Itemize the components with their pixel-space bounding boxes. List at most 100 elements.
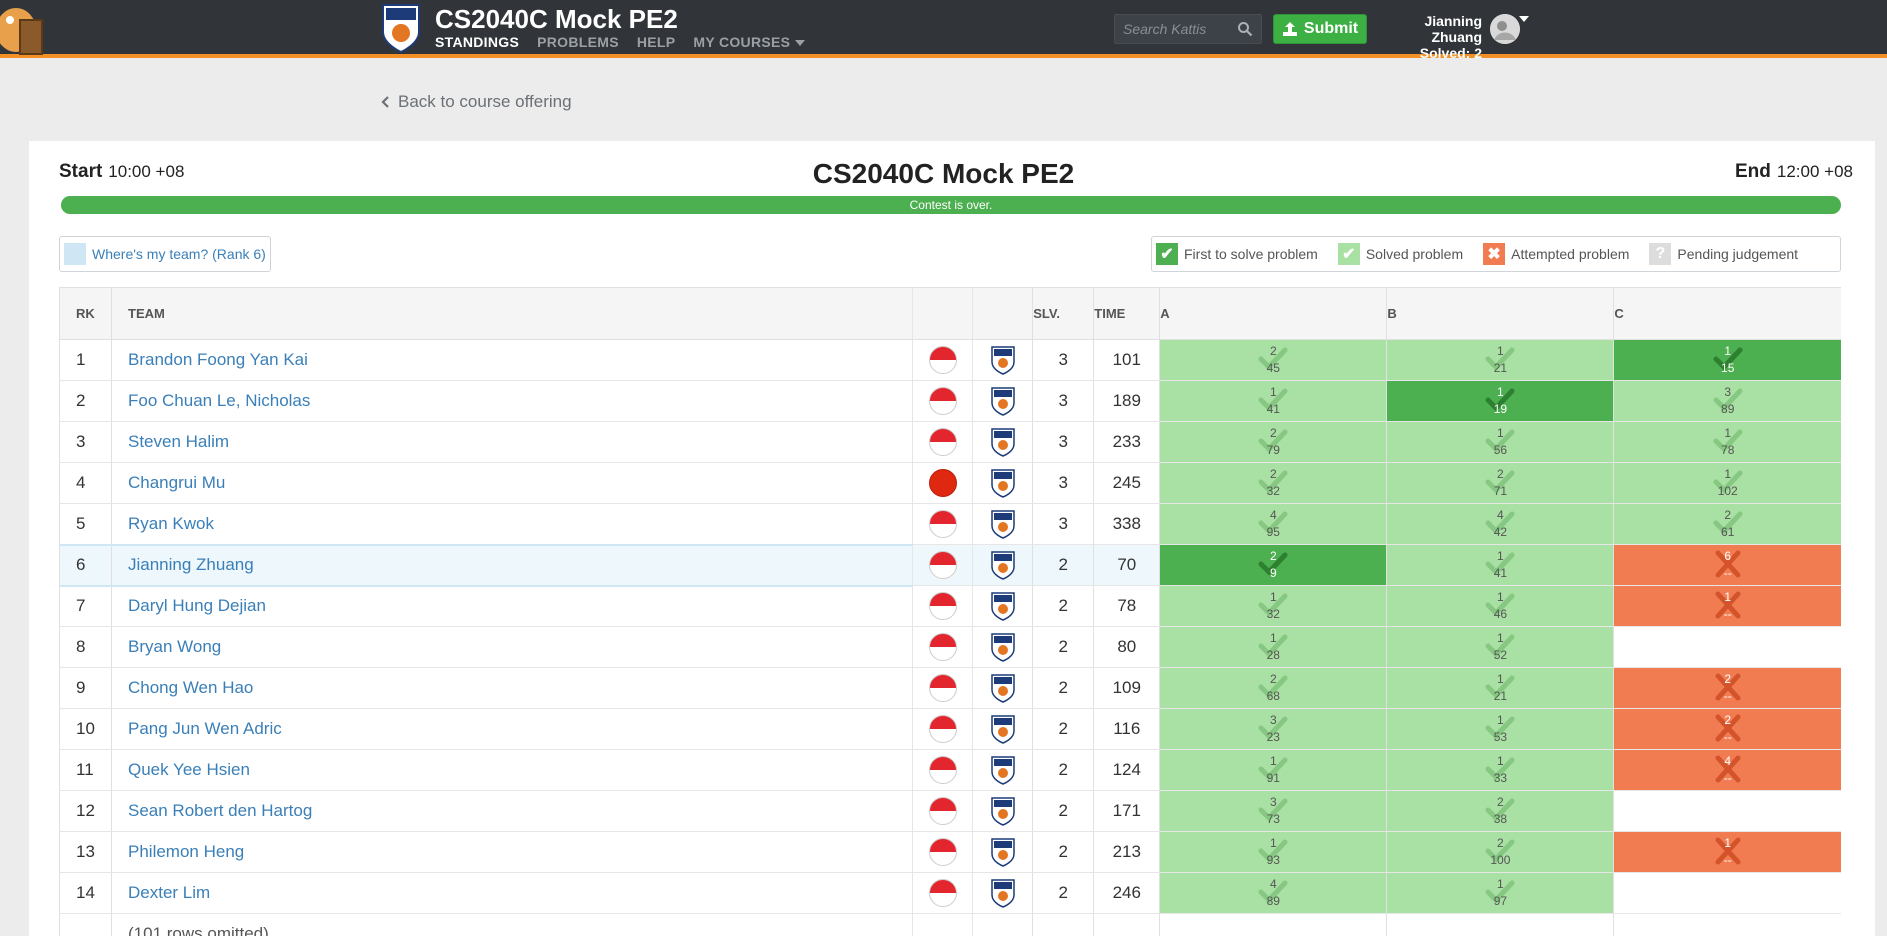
team-name-link[interactable]: Ryan Kwok: [128, 514, 214, 533]
course-title[interactable]: CS2040C Mock PE2: [435, 4, 678, 35]
problem-cell[interactable]: 1 53: [1386, 708, 1614, 750]
singapore-flag-icon[interactable]: [928, 838, 957, 866]
nav-my-courses[interactable]: MY COURSES: [693, 34, 806, 50]
team-name-link[interactable]: Philemon Heng: [128, 842, 244, 861]
team-name-link[interactable]: Sean Robert den Hartog: [128, 801, 312, 820]
singapore-flag-icon[interactable]: [928, 510, 957, 538]
problem-cell[interactable]: 2 --: [1613, 708, 1841, 750]
team-name-link[interactable]: Pang Jun Wen Adric: [128, 719, 282, 738]
problem-cell[interactable]: 1 102: [1613, 462, 1841, 504]
problem-cell[interactable]: 1 --: [1613, 831, 1841, 873]
singapore-flag-icon[interactable]: [928, 797, 957, 825]
problem-cell[interactable]: 3 73: [1159, 790, 1387, 832]
problem-cell[interactable]: 29: [1159, 544, 1387, 586]
problem-cell[interactable]: 1 21: [1386, 339, 1614, 381]
penalty-time: 213: [1093, 831, 1160, 873]
problem-cell[interactable]: 1 --: [1613, 585, 1841, 627]
team-name-link[interactable]: Jianning Zhuang: [128, 555, 254, 574]
singapore-flag-icon[interactable]: [928, 551, 957, 579]
kattis-mascot-icon[interactable]: [0, 0, 52, 58]
team-name-link[interactable]: Brandon Foong Yan Kai: [128, 350, 308, 369]
team-name-link[interactable]: Daryl Hung Dejian: [128, 596, 266, 615]
problem-cell[interactable]: 2 71: [1386, 462, 1614, 504]
problem-cell[interactable]: 3 89: [1613, 380, 1841, 422]
problem-cell[interactable]: 2 45: [1159, 339, 1387, 381]
team-name-link[interactable]: Quek Yee Hsien: [128, 760, 250, 779]
problem-result: 29: [1160, 545, 1387, 585]
header-problem-a[interactable]: A: [1159, 287, 1387, 340]
singapore-flag-icon[interactable]: [928, 756, 957, 784]
problem-result: 2 38: [1387, 791, 1614, 831]
singapore-flag-icon[interactable]: [928, 592, 957, 620]
rank-cell: 12: [59, 790, 112, 832]
problem-cell[interactable]: 6 --: [1613, 544, 1841, 586]
logo-cell: [972, 790, 1033, 832]
nus-logo-icon: [990, 469, 1015, 498]
problem-cell[interactable]: 1 32: [1159, 585, 1387, 627]
problem-cell[interactable]: 1 41: [1159, 380, 1387, 422]
team-name-link[interactable]: Steven Halim: [128, 432, 229, 451]
user-solved: Solved: 2: [1419, 45, 1482, 61]
problem-cell[interactable]: 1 33: [1386, 749, 1614, 791]
problem-cell[interactable]: 1 28: [1159, 626, 1387, 668]
contest-end: End 12:00 +08: [1735, 161, 1853, 183]
legend: ✔ First to solve problem ✔ Solved proble…: [1151, 236, 1841, 272]
singapore-flag-icon[interactable]: [928, 346, 957, 374]
user-menu-chevron-down-icon[interactable]: [1519, 16, 1529, 22]
problem-cell[interactable]: 1 19: [1386, 380, 1614, 422]
problem-cell[interactable]: 4 95: [1159, 503, 1387, 545]
problem-cell[interactable]: 2 --: [1613, 667, 1841, 709]
singapore-flag-icon[interactable]: [928, 387, 957, 415]
singapore-flag-icon[interactable]: [928, 879, 957, 907]
problem-cell[interactable]: 2 68: [1159, 667, 1387, 709]
team-name-link[interactable]: Chong Wen Hao: [128, 678, 253, 697]
team-name-link[interactable]: Dexter Lim: [128, 883, 210, 902]
search-icon[interactable]: [1237, 21, 1253, 37]
submit-button[interactable]: Submit: [1273, 14, 1367, 44]
problem-cell[interactable]: 4 42: [1386, 503, 1614, 545]
problem-cell[interactable]: 1 78: [1613, 421, 1841, 463]
header-problem-b[interactable]: B: [1386, 287, 1614, 340]
problem-cell[interactable]: 4 89: [1159, 872, 1387, 914]
header-flag: [912, 287, 973, 340]
problem-cell[interactable]: 2 38: [1386, 790, 1614, 832]
team-name-link[interactable]: Foo Chuan Le, Nicholas: [128, 391, 310, 410]
nav-standings[interactable]: STANDINGS: [435, 34, 519, 50]
problem-cell[interactable]: 3 23: [1159, 708, 1387, 750]
search-input[interactable]: [1115, 15, 1225, 43]
header-problem-c[interactable]: C: [1613, 287, 1841, 340]
problem-cell[interactable]: 2 32: [1159, 462, 1387, 504]
nus-crest-icon[interactable]: [380, 2, 422, 54]
problem-cell[interactable]: 1 91: [1159, 749, 1387, 791]
team-name-link[interactable]: Changrui Mu: [128, 473, 225, 492]
problem-cell[interactable]: 1 41: [1386, 544, 1614, 586]
singapore-flag-icon[interactable]: [928, 428, 957, 456]
wheres-my-team-button[interactable]: Where's my team? (Rank 6): [59, 236, 271, 272]
user-info[interactable]: Jianning Zhuang Solved: 2: [1378, 13, 1482, 61]
team-cell: Steven Halim: [110, 421, 913, 463]
china-flag-icon[interactable]: [928, 469, 957, 497]
team-name-link[interactable]: Bryan Wong: [128, 637, 221, 656]
header-time: TIME: [1093, 287, 1160, 340]
problem-cell[interactable]: 1 52: [1386, 626, 1614, 668]
problem-cell[interactable]: 1 15: [1613, 339, 1841, 381]
singapore-flag-icon[interactable]: [928, 715, 957, 743]
problem-cell[interactable]: 2 61: [1613, 503, 1841, 545]
problem-cell[interactable]: 2 79: [1159, 421, 1387, 463]
singapore-flag-icon[interactable]: [928, 633, 957, 661]
avatar[interactable]: [1490, 14, 1520, 44]
nav-help[interactable]: HELP: [637, 34, 676, 50]
problem-cell[interactable]: 1 56: [1386, 421, 1614, 463]
singapore-flag-icon[interactable]: [928, 674, 957, 702]
problem-cell[interactable]: 1 93: [1159, 831, 1387, 873]
problem-cell[interactable]: 1 21: [1386, 667, 1614, 709]
penalty-time: 338: [1093, 503, 1160, 545]
problem-cell[interactable]: 1 46: [1386, 585, 1614, 627]
problem-cell[interactable]: 2 100: [1386, 831, 1614, 873]
logo-cell: [972, 626, 1033, 668]
problem-cell[interactable]: 4 --: [1613, 749, 1841, 791]
nav-problems[interactable]: PROBLEMS: [537, 34, 619, 50]
problem-cell[interactable]: 1 97: [1386, 872, 1614, 914]
nus-logo-icon: [990, 551, 1015, 580]
back-to-course-link[interactable]: Back to course offering: [380, 92, 572, 112]
